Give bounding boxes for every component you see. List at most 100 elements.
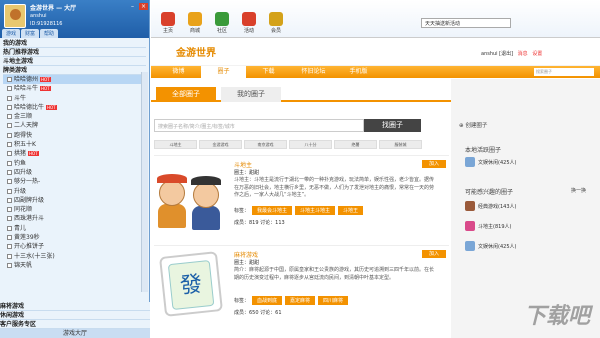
tab-wealth[interactable]: 财富 (21, 29, 40, 38)
expand-icon[interactable] (7, 244, 12, 250)
tab-all-groups[interactable]: 全部圈子 (156, 87, 216, 102)
nav-weibo[interactable]: 微博 (156, 66, 201, 78)
category-doudizhu[interactable]: 斗地主游戏 (3, 57, 146, 66)
category-service[interactable]: 客户服务专区 (0, 320, 150, 329)
game-list-item[interactable]: 哈哈斗牛 HOT (3, 84, 146, 93)
expand-icon[interactable] (7, 207, 12, 213)
join-button[interactable]: 加入 (422, 250, 446, 258)
game-list-item[interactable]: 斗牛 (3, 94, 146, 103)
tab-games[interactable]: 游戏 (2, 29, 21, 38)
mahjong-image[interactable]: 發 (159, 251, 223, 317)
group-title[interactable]: 斗地主 (234, 160, 252, 169)
expand-icon[interactable] (7, 225, 12, 231)
nav-forum[interactable]: 怀旧论坛 (291, 66, 336, 78)
game-list-item[interactable]: 积五十K (3, 140, 146, 149)
group-tag[interactable]: 嘉定麻将 (285, 296, 316, 305)
tab-my-groups[interactable]: 我的圈子 (221, 87, 281, 102)
game-list-item[interactable]: 跑得快 (3, 131, 146, 140)
group-search-input[interactable]: 搜索圈子名称/简介/圈主/标签/城市 (154, 119, 364, 132)
expand-icon[interactable] (7, 179, 12, 185)
create-group-link[interactable]: ⊕ 创建圈子 (459, 121, 487, 129)
expand-icon[interactable] (7, 123, 12, 129)
join-button[interactable]: 加入 (422, 160, 446, 168)
toolbar-member-button[interactable]: 会员 (265, 12, 287, 34)
filter-tag[interactable]: 绝薯 (334, 140, 377, 149)
game-list-item[interactable]: 开心推饼子 (3, 242, 146, 251)
expand-icon[interactable] (7, 169, 12, 175)
game-list-item[interactable]: 同花顺 (3, 205, 146, 214)
game-list-item[interactable]: 哈哈德州 HOT (3, 75, 146, 85)
expand-icon[interactable] (7, 253, 12, 259)
lobby-tab[interactable]: 游戏大厅 (0, 329, 150, 338)
expand-icon[interactable] (7, 142, 12, 148)
game-list-item[interactable]: 够分一热- (3, 177, 146, 186)
doudizhu-image[interactable] (154, 164, 226, 234)
refresh-link[interactable]: 换一换 (571, 187, 586, 194)
filter-tag[interactable]: 斗地主 (154, 140, 197, 149)
category-mahjong[interactable]: 麻将游戏 (0, 302, 150, 311)
minimize-button[interactable]: – (128, 3, 137, 10)
filter-tag[interactable]: 金游游戏 (199, 140, 242, 149)
game-list-item[interactable]: 四副牌升级 (3, 196, 146, 205)
expand-icon[interactable] (7, 160, 12, 166)
logout-link[interactable]: [退出] (499, 51, 513, 57)
game-list-item[interactable]: 升级 (3, 187, 146, 196)
expand-icon[interactable] (7, 197, 12, 203)
expand-icon[interactable] (7, 188, 12, 194)
interest-group-item[interactable]: 文娱休闲(425人) (465, 241, 516, 251)
nav-mobile[interactable]: 手机版 (336, 66, 381, 78)
expand-icon[interactable] (7, 235, 12, 241)
toolbar-home-button[interactable]: 主页 (157, 12, 179, 34)
active-group-item[interactable]: 文娱休闲(425人) (465, 157, 516, 167)
toolbar-event-button[interactable]: 活动 (238, 12, 260, 34)
category-hot[interactable]: 热门推荐游戏 (3, 48, 146, 57)
game-list-item[interactable]: 二人天牌 (3, 121, 146, 130)
game-list-item[interactable]: 哈哈德比牛 HOT (3, 103, 146, 112)
group-tag[interactable]: 四川麻将 (318, 296, 349, 305)
game-list-item[interactable]: 青儿 (3, 224, 146, 233)
expand-icon[interactable] (7, 95, 12, 101)
expand-icon[interactable] (7, 151, 12, 157)
category-my-games[interactable]: 我的游戏 (3, 39, 146, 48)
game-list-item[interactable]: 黄莲39秒 (3, 233, 146, 242)
game-list-item[interactable]: 四升级 (3, 168, 146, 177)
close-button[interactable]: × (139, 3, 148, 10)
messages-link[interactable]: 消息 (518, 51, 528, 57)
tree-scrollbar[interactable] (141, 72, 148, 292)
interest-group-item[interactable]: 斗地主(819人) (465, 221, 511, 231)
toolbar-shop-button[interactable]: 商城 (184, 12, 206, 34)
game-list-item[interactable]: 西珠港升斗 (3, 214, 146, 223)
expand-icon[interactable] (7, 114, 12, 120)
group-tag[interactable]: 我最会斗地主 (252, 206, 293, 215)
game-list-item[interactable]: 锦天帆 (3, 261, 146, 270)
expand-icon[interactable] (7, 104, 12, 110)
expand-icon[interactable] (7, 132, 12, 138)
group-title[interactable]: 麻将游戏 (234, 250, 258, 259)
game-list-item[interactable]: 十三水(十三张) (3, 252, 146, 261)
game-list-item[interactable]: 拱猪 HOT (3, 149, 146, 158)
tab-help[interactable]: 帮助 (40, 29, 59, 38)
game-list-item[interactable]: 金三顺 (3, 112, 146, 121)
avatar[interactable] (4, 4, 26, 28)
group-tag[interactable]: 斗地王 (338, 206, 364, 215)
group-tag[interactable]: 血战到底 (252, 296, 283, 305)
filter-tag[interactable]: 南京游戏 (244, 140, 287, 149)
notice-box[interactable]: 天天抽送新活动 (421, 18, 511, 28)
nav-download[interactable]: 下载 (246, 66, 291, 78)
expand-icon[interactable] (7, 216, 12, 222)
filter-tag[interactable]: 八十分 (289, 140, 332, 149)
interest-group-item[interactable]: 经典游戏(143人) (465, 201, 516, 211)
nav-groups[interactable]: 圈子 (201, 66, 246, 78)
toolbar-community-button[interactable]: 社区 (211, 12, 233, 34)
category-cards[interactable]: 牌类游戏 (3, 66, 146, 75)
find-group-button[interactable]: 找圈子 (364, 119, 421, 132)
expand-icon[interactable] (7, 77, 12, 82)
settings-link[interactable]: 设置 (532, 51, 542, 57)
filter-tag[interactable]: 服装城 (379, 140, 422, 149)
expand-icon[interactable] (7, 262, 12, 268)
group-tag[interactable]: 斗地主斗地主 (295, 206, 336, 215)
expand-icon[interactable] (7, 86, 12, 92)
nav-search-input[interactable]: 搜索圈子 (534, 68, 594, 76)
site-logo[interactable]: 金游世界 (176, 44, 216, 59)
game-list-item[interactable]: 钓鱼 (3, 159, 146, 168)
